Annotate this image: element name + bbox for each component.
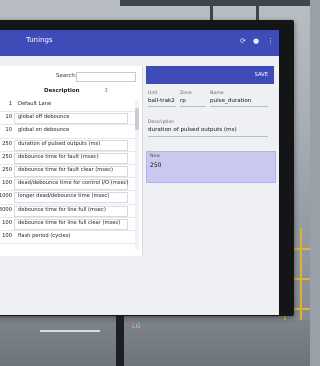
row-description: global on debounce bbox=[18, 127, 70, 134]
row-description: debounce time for line full clear (msec) bbox=[18, 219, 121, 226]
row-value: 1000 bbox=[0, 193, 12, 200]
row-value: 250 bbox=[2, 140, 12, 147]
row-description: duration of pulsed outputs (ms) bbox=[18, 140, 101, 147]
row-value: 250 bbox=[2, 153, 12, 160]
table-header: Description ↕ bbox=[0, 86, 142, 98]
table-scrollbar[interactable] bbox=[135, 100, 139, 250]
row-description: flash period (cycles) bbox=[18, 232, 71, 239]
new-value-input[interactable]: New 250 bbox=[146, 151, 276, 183]
power-led bbox=[140, 331, 142, 333]
floor-area bbox=[0, 320, 310, 366]
user-icon[interactable]: ● bbox=[253, 37, 259, 45]
name-field[interactable]: pulse_duration bbox=[210, 98, 251, 104]
search-input[interactable] bbox=[76, 72, 136, 82]
column-header-description[interactable]: Description bbox=[44, 88, 80, 94]
row-description: longer dead/debounce time (msec) bbox=[18, 193, 110, 200]
row-description: Default Lane bbox=[18, 101, 52, 107]
row-value: 10 bbox=[5, 114, 12, 121]
description-label: Description bbox=[148, 120, 175, 125]
save-bar: SAVE bbox=[146, 66, 274, 84]
monitor: Tunings ⟳ ● ⋮ Search: Description ↕ 1 Def… bbox=[0, 20, 294, 333]
new-value-label: New bbox=[150, 154, 161, 159]
tunings-table-body: 1 Default Lane 10 global off debounce 10 gl… bbox=[0, 99, 136, 245]
search-label: Search: bbox=[56, 73, 77, 79]
floor-marking bbox=[40, 330, 100, 332]
app-header: Tunings ⟳ ● ⋮ bbox=[0, 30, 279, 56]
name-label: Name bbox=[210, 91, 224, 96]
row-value: 1 bbox=[8, 101, 12, 107]
row-description: global off debounce bbox=[18, 114, 70, 121]
table-row[interactable]: 100 debounce time for line full clear (ms… bbox=[0, 218, 136, 231]
table-row[interactable]: 10 global on debounce bbox=[0, 125, 136, 139]
monitor-logo: LG bbox=[132, 323, 141, 330]
table-row[interactable]: 10 global off debounce bbox=[0, 112, 136, 126]
screen: Tunings ⟳ ● ⋮ Search: Description ↕ 1 Def… bbox=[0, 30, 279, 315]
row-description: debounce time for fault (msec) bbox=[18, 153, 99, 160]
zone-label: Zone bbox=[180, 91, 192, 96]
row-value: 250 bbox=[2, 166, 12, 173]
row-value: 10 bbox=[5, 127, 12, 134]
table-row[interactable]: 250 debounce time for fault clear (msec) bbox=[0, 165, 136, 179]
search-row: Search: bbox=[0, 70, 142, 84]
table-row[interactable]: 1000 longer dead/debounce time (msec) bbox=[0, 191, 136, 205]
description-field[interactable]: duration of pulsed outputs (ms) bbox=[148, 127, 237, 133]
unit-label: Unit bbox=[148, 91, 158, 96]
table-row[interactable]: 3000 debounce time for line full (msec) bbox=[0, 205, 136, 218]
table-row[interactable]: 250 debounce time for fault (msec) bbox=[0, 152, 136, 165]
tuning-detail-panel: SAVE Unit ball-trak2 Zone rp Name pulse_… bbox=[146, 66, 279, 256]
row-description: debounce time for line full (msec) bbox=[18, 206, 106, 213]
row-value: 100 bbox=[2, 180, 12, 187]
table-row[interactable]: 250 duration of pulsed outputs (ms) bbox=[0, 139, 136, 152]
scroll-thumb[interactable] bbox=[135, 108, 139, 130]
row-value: 100 bbox=[2, 232, 12, 239]
table-row[interactable]: 1 Default Lane bbox=[0, 99, 136, 113]
new-value: 250 bbox=[150, 162, 162, 169]
save-button[interactable]: SAVE bbox=[255, 72, 268, 78]
tunings-list-panel: Search: Description ↕ 1 Default Lane 10 gl… bbox=[0, 66, 143, 256]
table-row[interactable]: 100 flash period (cycles) bbox=[0, 231, 136, 245]
sort-icon[interactable]: ↕ bbox=[104, 88, 109, 94]
ceiling-beam bbox=[120, 0, 310, 6]
row-description: debounce time for fault clear (msec) bbox=[18, 166, 114, 173]
zone-field[interactable]: rp bbox=[180, 98, 186, 104]
refresh-icon[interactable]: ⟳ bbox=[240, 37, 246, 45]
table-row[interactable]: 100 dead/debounce time for control I/O (m… bbox=[0, 178, 136, 192]
page-title: Tunings bbox=[26, 36, 53, 44]
more-icon[interactable]: ⋮ bbox=[267, 37, 274, 45]
unit-field[interactable]: ball-trak2 bbox=[148, 98, 175, 104]
row-value: 3000 bbox=[0, 206, 12, 213]
monitor-stand bbox=[116, 316, 124, 366]
row-value: 100 bbox=[2, 219, 12, 226]
row-description: dead/debounce time for control I/O (msec… bbox=[18, 180, 129, 187]
